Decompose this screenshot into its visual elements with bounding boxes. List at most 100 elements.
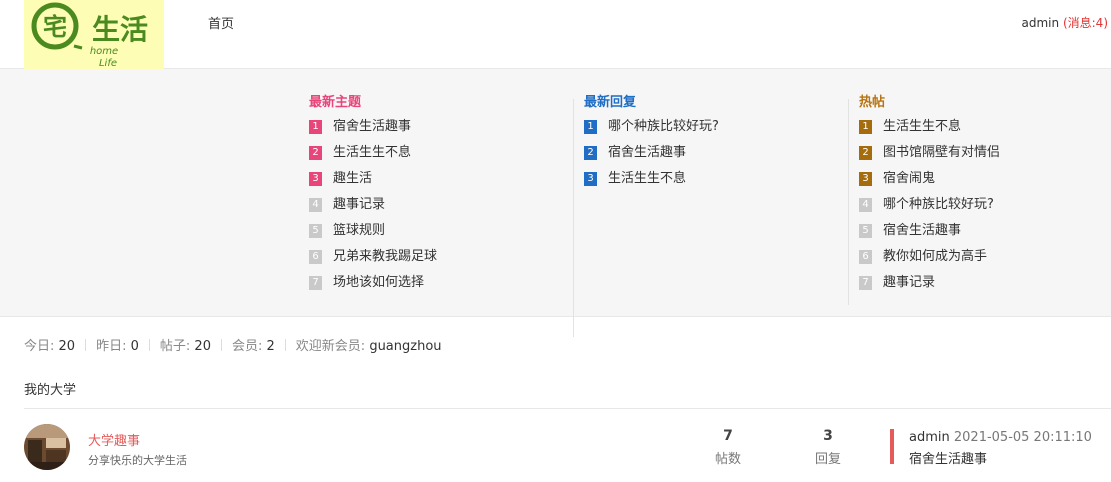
svg-text:生活: 生活: [92, 13, 148, 46]
list-item[interactable]: 4 哪个种族比较好玩?: [859, 195, 1000, 221]
topic-link[interactable]: 趣生活: [333, 169, 372, 189]
list-item[interactable]: 7 场地该如何选择: [309, 273, 437, 299]
rank-badge: 5: [309, 224, 322, 238]
hot-panel: 最新主题 1 宿舍生活趣事 2 生活生生不息 3 趣生活 4 趣事记录 5 篮球规则 6 兄弟来教我踢…: [0, 69, 1111, 337]
list-item[interactable]: 1 宿舍生活趣事: [309, 117, 437, 143]
rank-badge: 4: [309, 198, 322, 212]
thread-count-label: 帖数: [714, 452, 741, 467]
rank-badge: 2: [584, 146, 597, 160]
forum-description: 分享快乐的大学生活: [88, 454, 187, 467]
list-item[interactable]: 6 教你如何成为高手: [859, 247, 1000, 273]
latest-replies-column: 最新回复 1 哪个种族比较好玩? 2 宿舍生活趣事 3 生活生生不息: [584, 93, 719, 195]
topic-link[interactable]: 哪个种族比较好玩?: [883, 195, 994, 215]
topic-link[interactable]: 生活生生不息: [608, 169, 686, 189]
members-count: 2: [266, 339, 275, 354]
last-post-accent: [890, 429, 894, 464]
thread-count: 7: [723, 428, 733, 444]
list-item[interactable]: 2 图书馆隔壁有对情侣: [859, 143, 1000, 169]
latest-replies-list: 1 哪个种族比较好玩? 2 宿舍生活趣事 3 生活生生不息: [584, 117, 719, 195]
stats-divider: [220, 339, 222, 351]
last-post-meta: admin 2021-05-05 20:11:10: [909, 430, 1092, 445]
topic-link[interactable]: 宿舍生活趣事: [608, 143, 686, 163]
topic-link[interactable]: 宿舍闹鬼: [883, 169, 935, 189]
topic-link[interactable]: 生活生生不息: [883, 117, 961, 137]
reply-count: 3: [823, 428, 833, 444]
reply-count-label: 回复: [814, 452, 841, 467]
site-logo[interactable]: 宅 生活 home Life: [24, 0, 164, 69]
forum-avatar[interactable]: [24, 424, 70, 470]
nav-home-link[interactable]: 首页: [208, 13, 234, 32]
last-post-title-link[interactable]: 宿舍生活趣事: [909, 448, 987, 467]
list-item[interactable]: 3 生活生生不息: [584, 169, 719, 195]
stats-divider: [284, 339, 286, 351]
members-label: 会员:: [231, 339, 263, 354]
thread-count-block: 7 帖数: [703, 427, 753, 467]
svg-text:home: home: [90, 46, 118, 57]
topic-link[interactable]: 趣事记录: [333, 195, 385, 215]
forum-name-link[interactable]: 大学趣事: [88, 430, 140, 449]
rank-badge: 2: [859, 146, 872, 160]
topic-link[interactable]: 哪个种族比较好玩?: [608, 117, 719, 137]
topic-link[interactable]: 场地该如何选择: [333, 273, 424, 293]
site-header: 宅 生活 home Life 首页 admin (消息:4): [0, 0, 1111, 69]
list-item[interactable]: 1 哪个种族比较好玩?: [584, 117, 719, 143]
column-divider: [848, 99, 849, 305]
rank-badge: 6: [859, 250, 872, 264]
latest-topics-title: 最新主题: [309, 95, 362, 110]
latest-topics-column: 最新主题 1 宿舍生活趣事 2 生活生生不息 3 趣生活 4 趣事记录 5 篮球规则 6 兄弟来教我踢…: [309, 93, 437, 299]
rank-badge: 7: [859, 276, 872, 290]
rank-badge: 3: [584, 172, 597, 186]
username-link[interactable]: admin: [1022, 16, 1060, 30]
rank-badge: 5: [859, 224, 872, 238]
list-item[interactable]: 7 趣事记录: [859, 273, 1000, 299]
latest-topics-list: 1 宿舍生活趣事 2 生活生生不息 3 趣生活 4 趣事记录 5 篮球规则 6 兄弟来教我踢足球 7 场地…: [309, 117, 437, 299]
list-item[interactable]: 5 篮球规则: [309, 221, 437, 247]
list-item[interactable]: 1 生活生生不息: [859, 117, 1000, 143]
posts-label: 帖子:: [159, 339, 191, 354]
list-item[interactable]: 3 趣生活: [309, 169, 437, 195]
rank-badge: 2: [309, 146, 322, 160]
rank-badge: 3: [859, 172, 872, 186]
list-item[interactable]: 4 趣事记录: [309, 195, 437, 221]
topic-link[interactable]: 图书馆隔壁有对情侣: [883, 143, 1000, 163]
yesterday-label: 昨日:: [96, 339, 127, 354]
section-title[interactable]: 我的大学: [24, 379, 76, 398]
list-item[interactable]: 2 宿舍生活趣事: [584, 143, 719, 169]
newest-member-link[interactable]: guangzhou: [369, 339, 441, 354]
today-count: 20: [58, 339, 76, 354]
list-item[interactable]: 5 宿舍生活趣事: [859, 221, 1000, 247]
topic-link[interactable]: 兄弟来教我踢足球: [333, 247, 437, 267]
reply-count-block: 3 回复: [803, 427, 853, 467]
topic-link[interactable]: 宿舍生活趣事: [883, 221, 961, 241]
rank-badge: 6: [309, 250, 322, 264]
topic-link[interactable]: 教你如何成为高手: [883, 247, 987, 267]
stats-divider: [85, 339, 87, 351]
last-post-time: 2021-05-05 20:11:10: [953, 430, 1092, 445]
column-divider: [573, 99, 574, 337]
topic-link[interactable]: 宿舍生活趣事: [333, 117, 411, 137]
list-item[interactable]: 3 宿舍闹鬼: [859, 169, 1000, 195]
today-label: 今日:: [24, 339, 55, 354]
rank-badge: 4: [859, 198, 872, 212]
forum-image-icon: [24, 424, 70, 470]
yesterday-count: 0: [130, 339, 139, 354]
stats-divider: [148, 339, 150, 351]
rank-badge: 1: [309, 120, 322, 134]
rank-badge: 1: [584, 120, 597, 134]
welcome-label: 欢迎新会员:: [295, 339, 366, 354]
list-item[interactable]: 2 生活生生不息: [309, 143, 437, 169]
last-post-user-link[interactable]: admin: [909, 430, 950, 445]
rank-badge: 1: [859, 120, 872, 134]
hot-posts-column: 热帖 1 生活生生不息 2 图书馆隔壁有对情侣 3 宿舍闹鬼 4 哪个种族比较好玩? 5 宿舍生活…: [859, 93, 1000, 299]
posts-count: 20: [194, 339, 211, 354]
svg-text:Life: Life: [99, 58, 117, 69]
topic-link[interactable]: 篮球规则: [333, 221, 385, 241]
list-item[interactable]: 6 兄弟来教我踢足球: [309, 247, 437, 273]
hot-posts-title: 热帖: [859, 95, 886, 110]
site-stats: 今日: 20 昨日: 0 帖子: 20 会员: 2 欢迎新会员: guangzhou: [24, 335, 442, 354]
messages-link[interactable]: (消息:4): [1063, 16, 1108, 30]
topic-link[interactable]: 生活生生不息: [333, 143, 411, 163]
topic-link[interactable]: 趣事记录: [883, 273, 935, 293]
latest-replies-title: 最新回复: [584, 95, 637, 110]
hot-posts-list: 1 生活生生不息 2 图书馆隔壁有对情侣 3 宿舍闹鬼 4 哪个种族比较好玩? 5 宿舍生活趣事 6…: [859, 117, 1000, 299]
